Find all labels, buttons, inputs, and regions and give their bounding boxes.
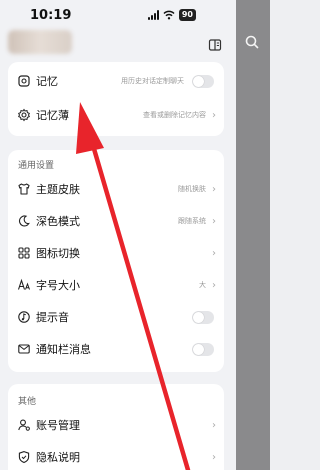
grid-icon [18,247,30,259]
font-size-icon [17,278,30,290]
icon-switch-row[interactable]: 图标切换 › [8,238,224,268]
row-hint: 随机换肤 [178,185,206,193]
section-title: 通用设置 [18,161,55,171]
row-label: 深色模式 [36,215,80,228]
search-icon[interactable] [244,34,260,50]
chevron-right-icon: › [212,183,216,195]
chevron-right-icon: › [212,279,216,291]
font-size-row[interactable]: 字号大小 大 › [8,270,224,300]
music-note-icon [18,311,30,323]
sound-toggle[interactable] [192,310,214,324]
book-icon[interactable] [208,38,222,52]
chevron-right-icon: › [212,247,216,259]
cellular-signal-icon [147,10,159,20]
general-settings-card: 通用设置 主题皮肤 随机换肤 › 深色模式 跟随系统 › 图标切换 › 字号大小… [8,150,224,372]
row-label: 隐私说明 [36,451,80,464]
chevron-right-icon: › [212,109,216,121]
row-label: 记忆 [36,75,58,88]
row-label: 图标切换 [36,247,80,260]
notification-toggle[interactable] [192,342,214,356]
row-hint: 查看或删除记忆内容 [143,111,206,119]
notification-row[interactable]: 通知栏消息 [8,334,224,364]
memory-icon [18,75,30,87]
mail-icon [18,344,30,354]
status-icons: 90 [147,9,196,21]
memory-row[interactable]: 记忆 用历史对话定制聊天 [8,66,224,96]
status-time: 10:19 [30,8,72,23]
theme-skin-row[interactable]: 主题皮肤 随机换肤 › [8,174,224,204]
user-profile[interactable] [8,30,72,54]
chevron-right-icon: › [212,419,216,431]
privacy-row[interactable]: 隐私说明 › [8,442,224,470]
row-hint: 用历史对话定制聊天 [121,77,184,85]
background-screen [236,0,270,470]
row-hint: 跟随系统 [178,217,206,225]
memory-toggle[interactable] [192,74,214,88]
row-label: 提示音 [36,311,69,324]
row-label: 记忆薄 [36,109,69,122]
shield-icon [18,451,30,464]
row-label: 通知栏消息 [36,343,91,356]
other-card: 其他 账号管理 › 隐私说明 › [8,384,224,470]
tshirt-icon [18,183,30,195]
dark-mode-row[interactable]: 深色模式 跟随系统 › [8,206,224,236]
wifi-icon [163,10,175,20]
chevron-right-icon: › [212,451,216,463]
memory-book-row[interactable]: 记忆薄 查看或删除记忆内容 › [8,100,224,130]
row-label: 主题皮肤 [36,183,80,196]
row-label: 字号大小 [36,279,80,292]
chevron-right-icon: › [212,215,216,227]
row-hint: 大 [199,281,206,289]
settings-drawer: 10:19 90 记忆 用历史对话定制聊天 记忆薄 查看或删除记忆内容 › 通用… [0,0,236,470]
memory-card: 记忆 用历史对话定制聊天 记忆薄 查看或删除记忆内容 › [8,62,224,136]
account-manage-row[interactable]: 账号管理 › [8,410,224,440]
row-label: 账号管理 [36,419,80,432]
moon-icon [18,215,30,227]
section-title: 其他 [18,397,37,407]
gear-icon [18,108,30,122]
user-icon [18,419,30,431]
sound-row[interactable]: 提示音 [8,302,224,332]
battery-badge: 90 [178,9,196,21]
